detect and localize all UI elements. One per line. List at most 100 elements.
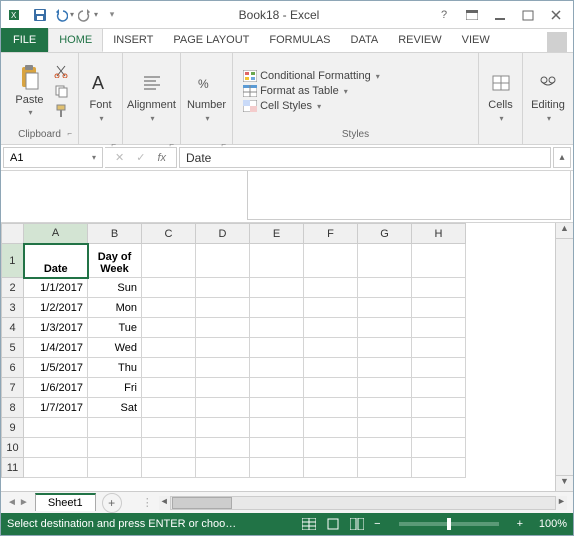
scrollbar-thumb[interactable] bbox=[172, 497, 232, 509]
cut-icon[interactable] bbox=[52, 62, 70, 80]
cell-A11[interactable] bbox=[24, 458, 88, 478]
cell-G11[interactable] bbox=[358, 458, 412, 478]
zoom-slider[interactable] bbox=[399, 522, 499, 526]
name-box[interactable]: A1 ▾ bbox=[3, 147, 103, 168]
vertical-scrollbar[interactable]: ▲ ▼ bbox=[555, 223, 573, 491]
cell-E6[interactable] bbox=[250, 358, 304, 378]
cell-E5[interactable] bbox=[250, 338, 304, 358]
cell-A1[interactable]: Date bbox=[24, 244, 88, 278]
sheet-nav-prev-icon[interactable]: ◄ bbox=[7, 497, 17, 508]
cell-C10[interactable] bbox=[142, 438, 196, 458]
help-icon[interactable]: ? bbox=[431, 5, 457, 25]
tab-insert[interactable]: INSERT bbox=[103, 28, 163, 52]
excel-app-icon[interactable]: X bbox=[5, 4, 27, 26]
cell-G2[interactable] bbox=[358, 278, 412, 298]
row-header-3[interactable]: 3 bbox=[2, 298, 24, 318]
cell-A6[interactable]: 1/5/2017 bbox=[24, 358, 88, 378]
cell-E8[interactable] bbox=[250, 398, 304, 418]
cell-B4[interactable]: Tue bbox=[88, 318, 142, 338]
row-header-7[interactable]: 7 bbox=[2, 378, 24, 398]
ribbon-display-icon[interactable] bbox=[459, 5, 485, 25]
paste-button[interactable]: Paste▾ bbox=[10, 62, 50, 120]
cell-B5[interactable]: Wed bbox=[88, 338, 142, 358]
row-header-6[interactable]: 6 bbox=[2, 358, 24, 378]
cells-button[interactable]: Cells▾ bbox=[481, 67, 521, 125]
fx-icon[interactable]: fx bbox=[153, 152, 170, 164]
cell-F5[interactable] bbox=[304, 338, 358, 358]
cell-D10[interactable] bbox=[196, 438, 250, 458]
tab-view[interactable]: VIEW bbox=[452, 28, 500, 52]
formula-bar-collapse-icon[interactable]: ▴ bbox=[553, 147, 571, 168]
cell-H4[interactable] bbox=[412, 318, 466, 338]
row-header-4[interactable]: 4 bbox=[2, 318, 24, 338]
cell-B1[interactable]: Day of Week bbox=[88, 244, 142, 278]
cancel-formula-icon[interactable]: ✕ bbox=[111, 151, 128, 164]
cell-H1[interactable] bbox=[412, 244, 466, 278]
cell-H6[interactable] bbox=[412, 358, 466, 378]
alignment-button[interactable]: Alignment▾ bbox=[127, 67, 176, 125]
column-header-a[interactable]: A bbox=[24, 224, 88, 244]
cell-H3[interactable] bbox=[412, 298, 466, 318]
sheet-tab-sheet1[interactable]: Sheet1 bbox=[35, 493, 96, 511]
view-normal-icon[interactable] bbox=[302, 518, 316, 530]
column-header-g[interactable]: G bbox=[358, 224, 412, 244]
cell-C4[interactable] bbox=[142, 318, 196, 338]
undo-icon[interactable]: ▾ bbox=[53, 4, 75, 26]
row-header-11[interactable]: 11 bbox=[2, 458, 24, 478]
cell-G9[interactable] bbox=[358, 418, 412, 438]
cell-D11[interactable] bbox=[196, 458, 250, 478]
formula-bar[interactable]: Date bbox=[179, 147, 551, 168]
conditional-formatting-button[interactable]: Conditional Formatting ▾ bbox=[243, 69, 380, 83]
view-page-break-icon[interactable] bbox=[350, 518, 364, 530]
zoom-in-button[interactable]: + bbox=[517, 518, 523, 530]
cell-F2[interactable] bbox=[304, 278, 358, 298]
scroll-left-icon[interactable]: ◄ bbox=[159, 496, 171, 510]
column-header-b[interactable]: B bbox=[88, 224, 142, 244]
cell-D5[interactable] bbox=[196, 338, 250, 358]
cell-D2[interactable] bbox=[196, 278, 250, 298]
cell-F9[interactable] bbox=[304, 418, 358, 438]
cell-F3[interactable] bbox=[304, 298, 358, 318]
qat-customize-icon[interactable]: ▾ bbox=[101, 4, 123, 26]
cell-G6[interactable] bbox=[358, 358, 412, 378]
column-header-f[interactable]: F bbox=[304, 224, 358, 244]
cell-G8[interactable] bbox=[358, 398, 412, 418]
cell-C11[interactable] bbox=[142, 458, 196, 478]
cell-H10[interactable] bbox=[412, 438, 466, 458]
scroll-down-icon[interactable]: ▼ bbox=[556, 475, 573, 491]
sheet-nav-next-icon[interactable]: ► bbox=[19, 497, 29, 508]
cell-B9[interactable] bbox=[88, 418, 142, 438]
row-header-9[interactable]: 9 bbox=[2, 418, 24, 438]
cell-E3[interactable] bbox=[250, 298, 304, 318]
cell-D4[interactable] bbox=[196, 318, 250, 338]
cell-G5[interactable] bbox=[358, 338, 412, 358]
cell-D8[interactable] bbox=[196, 398, 250, 418]
cell-D9[interactable] bbox=[196, 418, 250, 438]
cell-G7[interactable] bbox=[358, 378, 412, 398]
cell-C8[interactable] bbox=[142, 398, 196, 418]
cell-E4[interactable] bbox=[250, 318, 304, 338]
cell-D7[interactable] bbox=[196, 378, 250, 398]
cell-G3[interactable] bbox=[358, 298, 412, 318]
cell-F4[interactable] bbox=[304, 318, 358, 338]
cell-H8[interactable] bbox=[412, 398, 466, 418]
cell-B3[interactable]: Mon bbox=[88, 298, 142, 318]
select-all-corner[interactable] bbox=[2, 224, 24, 244]
cell-H9[interactable] bbox=[412, 418, 466, 438]
column-header-c[interactable]: C bbox=[142, 224, 196, 244]
minimize-icon[interactable] bbox=[487, 5, 513, 25]
font-button[interactable]: A Font▾ bbox=[81, 67, 121, 125]
new-sheet-button[interactable]: + bbox=[102, 493, 122, 513]
column-header-e[interactable]: E bbox=[250, 224, 304, 244]
scroll-up-icon[interactable]: ▲ bbox=[556, 223, 573, 239]
cell-G4[interactable] bbox=[358, 318, 412, 338]
cell-F8[interactable] bbox=[304, 398, 358, 418]
cell-F7[interactable] bbox=[304, 378, 358, 398]
user-account-icon[interactable] bbox=[547, 32, 567, 52]
cell-H2[interactable] bbox=[412, 278, 466, 298]
cell-C2[interactable] bbox=[142, 278, 196, 298]
cell-B7[interactable]: Fri bbox=[88, 378, 142, 398]
cell-F10[interactable] bbox=[304, 438, 358, 458]
cell-A4[interactable]: 1/3/2017 bbox=[24, 318, 88, 338]
cell-D6[interactable] bbox=[196, 358, 250, 378]
